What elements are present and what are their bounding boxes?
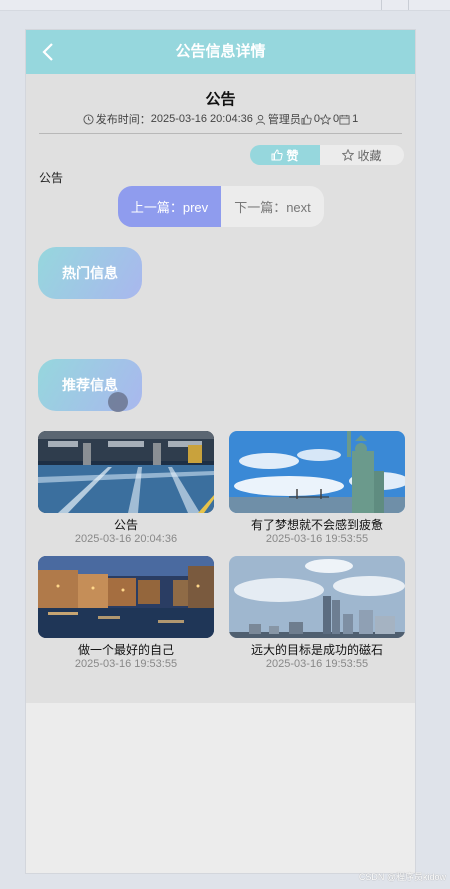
favorite-button[interactable]: 收藏: [320, 145, 404, 165]
favorite-label: 收藏: [357, 148, 382, 163]
publish-label: 发布时间：: [95, 114, 151, 126]
star-icon: [342, 149, 355, 161]
clock-icon: [83, 113, 94, 125]
page-title: 公告信息详情: [175, 43, 266, 60]
calendar-icon: [339, 114, 350, 124]
detail-content: 公告 发布时间： 2025-03-16 20:04:36 管理员 0 0 1 赞…: [26, 74, 415, 703]
card-date: 2025-03-16 19:53:55: [265, 533, 369, 545]
card-title: 公告: [113, 518, 138, 532]
like-label: 赞: [286, 148, 299, 163]
article-title: 公告: [205, 91, 236, 108]
recommend-card[interactable]: 远大的目标是成功的磁石 2025-03-16 19:53:55: [229, 556, 405, 676]
article-body: 公告: [39, 171, 64, 185]
view-count: 1: [352, 113, 359, 125]
top-strip: [0, 0, 450, 11]
thumbs-up-icon: [301, 114, 312, 124]
action-buttons: 赞 收藏: [250, 145, 404, 165]
card-image-parking-garage: [38, 431, 214, 513]
next-article-button[interactable]: 下一篇：next: [221, 186, 324, 227]
floating-drag-handle[interactable]: [108, 392, 128, 412]
card-title: 做一个最好的自己: [77, 643, 174, 657]
user-icon: [255, 114, 265, 125]
card-date: 2025-03-16 20:04:36: [74, 533, 178, 545]
divider: [39, 133, 402, 134]
recommend-card[interactable]: 公告 2025-03-16 20:04:36: [38, 431, 214, 551]
card-title: 远大的目标是成功的磁石: [250, 643, 383, 657]
card-date: 2025-03-16 19:53:55: [265, 658, 369, 670]
recommend-card[interactable]: 有了梦想就不会感到疲惫 2025-03-16 19:53:55: [229, 431, 405, 551]
card-title: 有了梦想就不会感到疲惫: [250, 518, 383, 532]
watermark: CSDN @程序员kidow: [358, 872, 446, 882]
prev-article-button[interactable]: 上一篇：prev: [118, 186, 221, 227]
recommend-card[interactable]: 做一个最好的自己 2025-03-16 19:53:55: [38, 556, 214, 676]
author-name: 管理员: [267, 114, 301, 126]
phone-frame: 公告信息详情 公告 发布时间： 2025-03-16 20:04:36 管理员 …: [25, 29, 416, 874]
thumbs-up-icon: [271, 149, 284, 161]
like-button[interactable]: 赞: [250, 145, 320, 165]
nav-bar: 公告信息详情: [26, 30, 415, 74]
card-date: 2025-03-16 19:53:55: [74, 658, 178, 670]
article-meta: 发布时间： 2025-03-16 20:04:36 管理员 0 0 1: [26, 111, 415, 127]
hot-section-title: 热门信息: [38, 247, 142, 299]
card-image-venice-canal-night: [38, 556, 214, 638]
card-image-city-skyline: [229, 556, 405, 638]
star-icon: [320, 113, 332, 125]
publish-time: 2025-03-16 20:04:36: [150, 113, 253, 125]
article-pager: 上一篇：prev 下一篇：next: [118, 186, 324, 227]
card-image-statue-of-liberty: [229, 431, 405, 513]
